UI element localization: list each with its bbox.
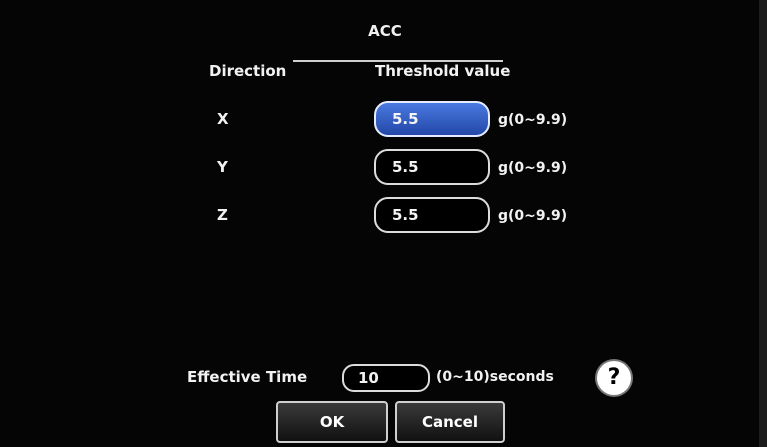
axis-x-unit: g(0~9.9) [498, 112, 568, 128]
axis-x-label: X [217, 110, 229, 128]
axis-z-label: Z [217, 206, 228, 224]
acc-settings-screen: ACC Direction Threshold value X 5.5 g(0~… [0, 0, 767, 447]
axis-x-threshold-input[interactable]: 5.5 [374, 101, 490, 137]
dialog-title: ACC [368, 22, 402, 40]
direction-column-header: Direction [209, 62, 287, 80]
help-icon[interactable]: ? [597, 361, 631, 395]
cancel-button[interactable]: Cancel [395, 401, 505, 443]
effective-time-label: Effective Time [187, 368, 308, 386]
axis-y-unit: g(0~9.9) [498, 160, 568, 176]
effective-time-unit: (0~10)seconds [436, 369, 554, 385]
threshold-column-header: Threshold value [375, 62, 511, 80]
ok-button[interactable]: OK [276, 401, 388, 443]
effective-time-input[interactable]: 10 [342, 364, 430, 392]
axis-z-threshold-input[interactable]: 5.5 [374, 197, 490, 233]
axis-y-threshold-input[interactable]: 5.5 [374, 149, 490, 185]
axis-z-unit: g(0~9.9) [498, 208, 568, 224]
axis-y-label: Y [217, 158, 228, 176]
screen-bezel [759, 0, 767, 447]
